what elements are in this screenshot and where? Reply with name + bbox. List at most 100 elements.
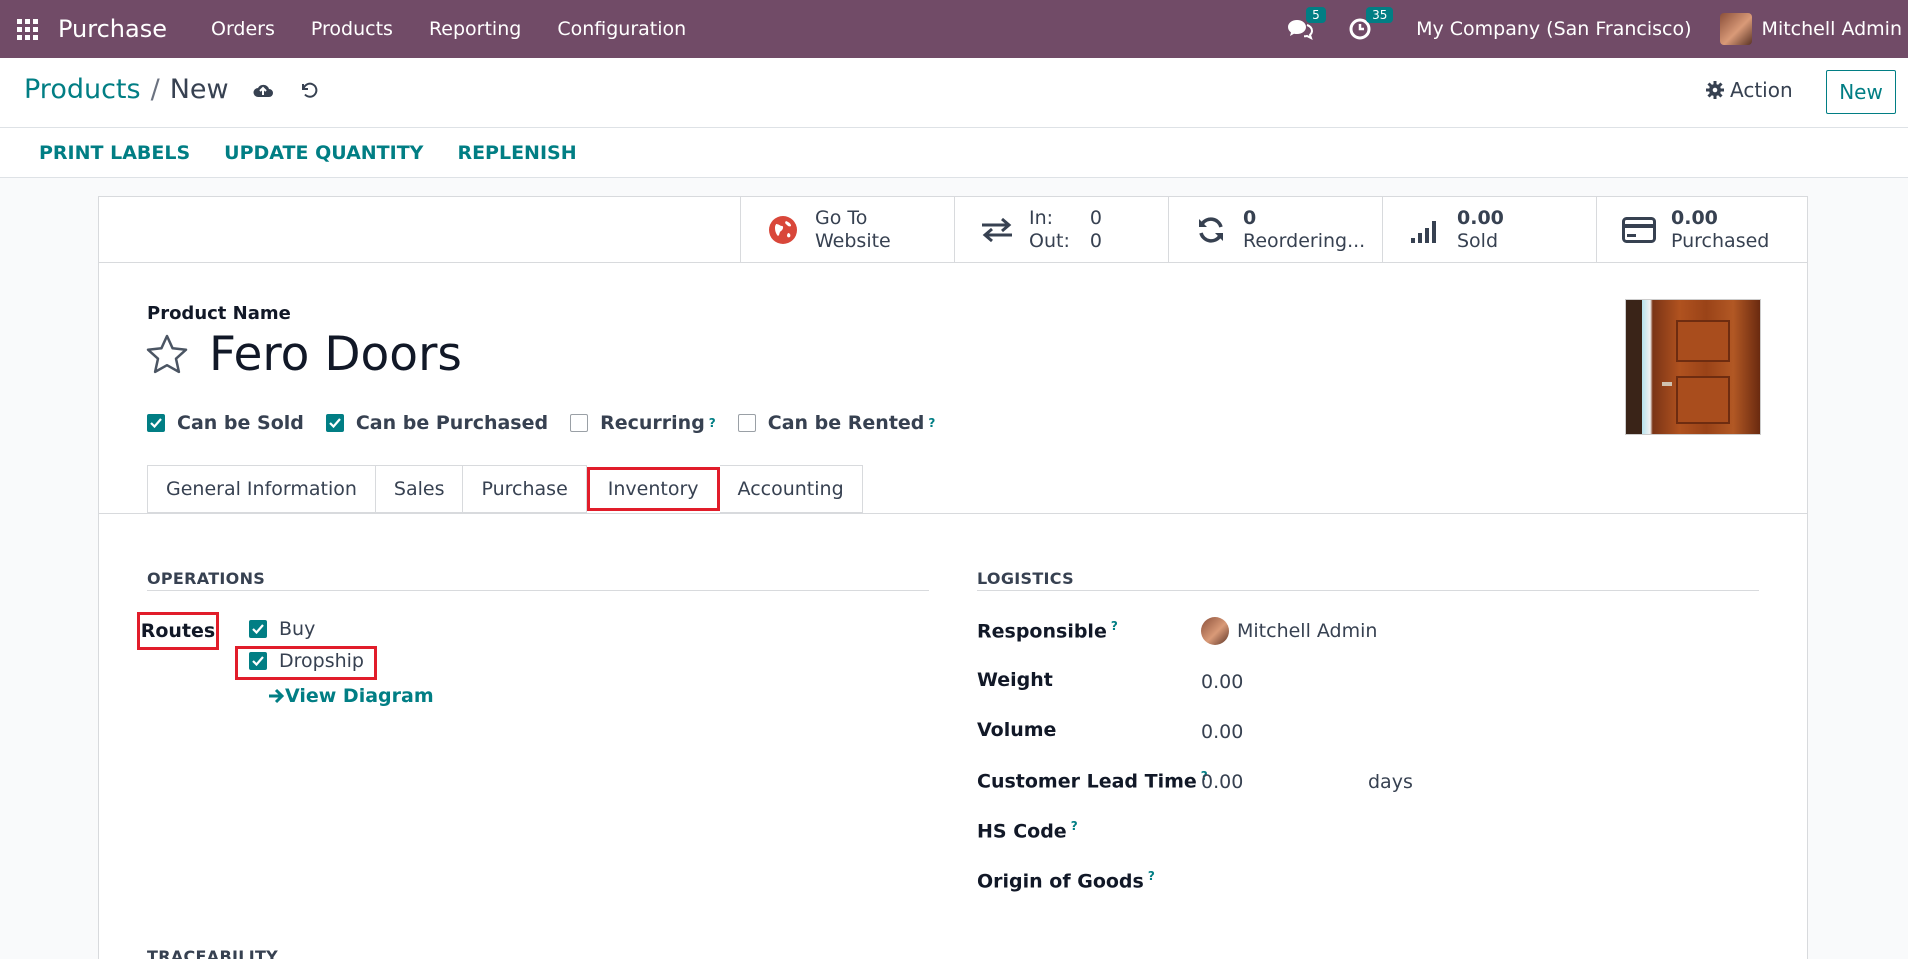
route-dropship-label: Dropship [279, 650, 364, 672]
breadcrumb: Products / New [24, 74, 321, 105]
refresh-icon [1199, 216, 1223, 243]
signal-bars-icon [1411, 220, 1436, 243]
website-label: Website [815, 229, 891, 252]
menu-products[interactable]: Products [293, 18, 411, 40]
in-value: 0 [1089, 206, 1102, 229]
volume-input[interactable]: 0.00 [1201, 721, 1243, 743]
tab-inventory[interactable]: Inventory [586, 467, 720, 511]
route-buy-checkbox[interactable]: Buy [249, 618, 315, 640]
out-label: Out: [1029, 229, 1070, 252]
in-out-moves-button[interactable]: In: 0 Out: 0 [954, 197, 1168, 262]
activities-badge: 35 [1366, 7, 1394, 23]
customer-lead-time-input[interactable]: 0.00 [1201, 771, 1243, 793]
can-be-purchased-label: Can be Purchased [355, 412, 549, 434]
weight-label: Weight [977, 669, 1053, 691]
out-value: 0 [1089, 229, 1102, 252]
sold-button[interactable]: 0.00 Sold [1382, 197, 1596, 262]
activities-button[interactable]: 35 [1346, 7, 1394, 43]
control-panel: Products / New Action New [0, 58, 1908, 128]
logistics-rule [977, 590, 1759, 591]
user-menu[interactable]: Mitchell Admin [1719, 13, 1902, 45]
app-name[interactable]: Purchase [58, 15, 167, 43]
new-button[interactable]: New [1826, 70, 1896, 114]
traceability-title: TRACEABILITY [147, 947, 279, 959]
responsible-help-icon[interactable]: ? [1111, 619, 1118, 633]
product-name-label: Product Name [147, 303, 291, 324]
responsible-value: Mitchell Admin [1237, 620, 1378, 642]
recurring-checkbox[interactable]: Recurring ? [570, 412, 716, 434]
form-sheet: Go To Website In: 0 Out: 0 0 Reordering.… [98, 196, 1808, 959]
recurring-label: Recurring [600, 412, 705, 434]
favorite-star-icon[interactable] [145, 333, 189, 377]
operations-rule [147, 590, 929, 591]
messages-button[interactable]: 5 [1286, 7, 1326, 43]
user-name: Mitchell Admin [1761, 18, 1902, 40]
view-diagram-link[interactable]: View Diagram [267, 685, 434, 707]
tab-purchase[interactable]: Purchase [463, 465, 587, 513]
lead-time-unit: days [1368, 771, 1413, 793]
product-options: Can be Sold Can be Purchased Recurring ?… [147, 412, 957, 434]
weight-input[interactable]: 0.00 [1201, 671, 1243, 693]
go-to-label: Go To [815, 206, 868, 229]
breadcrumb-products-link[interactable]: Products [24, 74, 141, 105]
hs-code-help-icon[interactable]: ? [1071, 819, 1078, 833]
customer-lead-time-label: Customer Lead Time? [977, 769, 1208, 793]
can-be-rented-label: Can be Rented [767, 412, 925, 434]
save-cloud-icon[interactable] [251, 78, 275, 102]
globe-icon [769, 215, 797, 244]
exchange-arrows-icon [982, 217, 1012, 242]
tab-accounting[interactable]: Accounting [719, 465, 863, 513]
gear-icon [1706, 81, 1724, 99]
tab-sales[interactable]: Sales [375, 465, 464, 513]
action-label: Action [1730, 78, 1793, 102]
company-switcher[interactable]: My Company (San Francisco) [1416, 18, 1691, 40]
top-navbar: Purchase Orders Products Reporting Confi… [0, 0, 1908, 58]
reordering-rules-button[interactable]: 0 Reordering... [1168, 197, 1382, 262]
menu-reporting[interactable]: Reporting [411, 18, 539, 40]
reordering-count: 0 [1243, 206, 1257, 229]
purchased-value: 0.00 [1671, 206, 1718, 229]
hs-code-label: HS Code? [977, 819, 1078, 843]
view-diagram-label: View Diagram [285, 685, 434, 707]
smart-button-box: Go To Website In: 0 Out: 0 0 Reordering.… [99, 197, 1807, 263]
can-be-rented-help-icon[interactable]: ? [928, 416, 935, 430]
recurring-help-icon[interactable]: ? [709, 416, 716, 430]
go-to-website-button[interactable]: Go To Website [740, 197, 954, 262]
credit-card-icon [1622, 216, 1656, 243]
route-dropship-checkbox[interactable]: Dropship [249, 650, 364, 672]
apps-menu-icon[interactable] [0, 0, 54, 58]
tabs-divider [99, 513, 1807, 514]
sold-value: 0.00 [1457, 206, 1504, 229]
responsible-field[interactable]: Mitchell Admin [1201, 617, 1377, 645]
arrow-right-icon [269, 688, 285, 704]
can-be-rented-checkbox[interactable]: Can be Rented ? [737, 412, 935, 434]
action-menu-button[interactable]: Action [1706, 78, 1793, 102]
volume-label: Volume [977, 719, 1057, 741]
purchased-label: Purchased [1671, 229, 1770, 252]
replenish-button[interactable]: REPLENISH [457, 142, 576, 164]
tab-general-information[interactable]: General Information [147, 465, 376, 513]
menu-configuration[interactable]: Configuration [539, 18, 704, 40]
breadcrumb-separator: / [150, 74, 160, 105]
can-be-purchased-checkbox[interactable]: Can be Purchased [325, 412, 549, 434]
discard-undo-icon[interactable] [297, 78, 321, 102]
form-header: PRINT LABELS UPDATE QUANTITY REPLENISH [0, 128, 1908, 178]
route-buy-label: Buy [279, 618, 316, 640]
product-name-value[interactable]: Fero Doors [209, 327, 462, 382]
in-label: In: [1029, 206, 1054, 229]
reordering-label: Reordering... [1243, 229, 1366, 252]
print-labels-button[interactable]: PRINT LABELS [39, 142, 190, 164]
update-quantity-button[interactable]: UPDATE QUANTITY [224, 142, 423, 164]
logistics-title: LOGISTICS [977, 569, 1074, 588]
origin-of-goods-label: Origin of Goods? [977, 869, 1155, 893]
breadcrumb-current: New [169, 74, 229, 105]
origin-help-icon[interactable]: ? [1148, 869, 1155, 883]
can-be-sold-checkbox[interactable]: Can be Sold [147, 412, 304, 434]
sold-label: Sold [1457, 229, 1499, 252]
user-avatar [1719, 13, 1752, 45]
menu-orders[interactable]: Orders [193, 18, 293, 40]
messages-badge: 5 [1306, 7, 1326, 23]
can-be-sold-label: Can be Sold [177, 412, 304, 434]
purchased-button[interactable]: 0.00 Purchased [1596, 197, 1807, 262]
product-image[interactable] [1625, 299, 1761, 435]
